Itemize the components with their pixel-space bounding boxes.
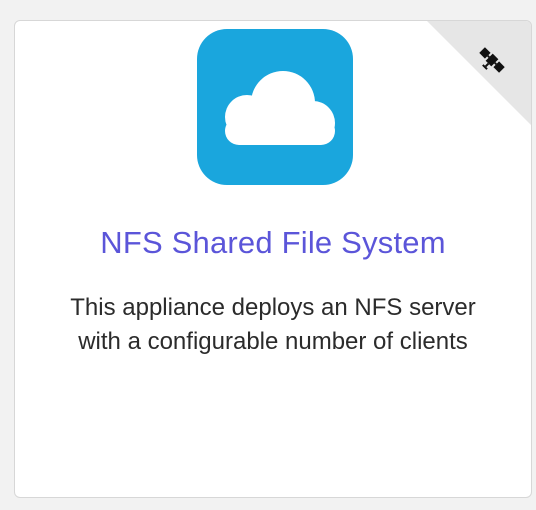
card-description: This appliance deploys an NFS server wit… (70, 294, 476, 355)
appliance-card[interactable]: NFS Shared File System This appliance de… (14, 20, 532, 498)
satellite-icon (475, 43, 509, 77)
card-title[interactable]: NFS Shared File System (15, 225, 531, 261)
cloud-icon (197, 29, 353, 185)
